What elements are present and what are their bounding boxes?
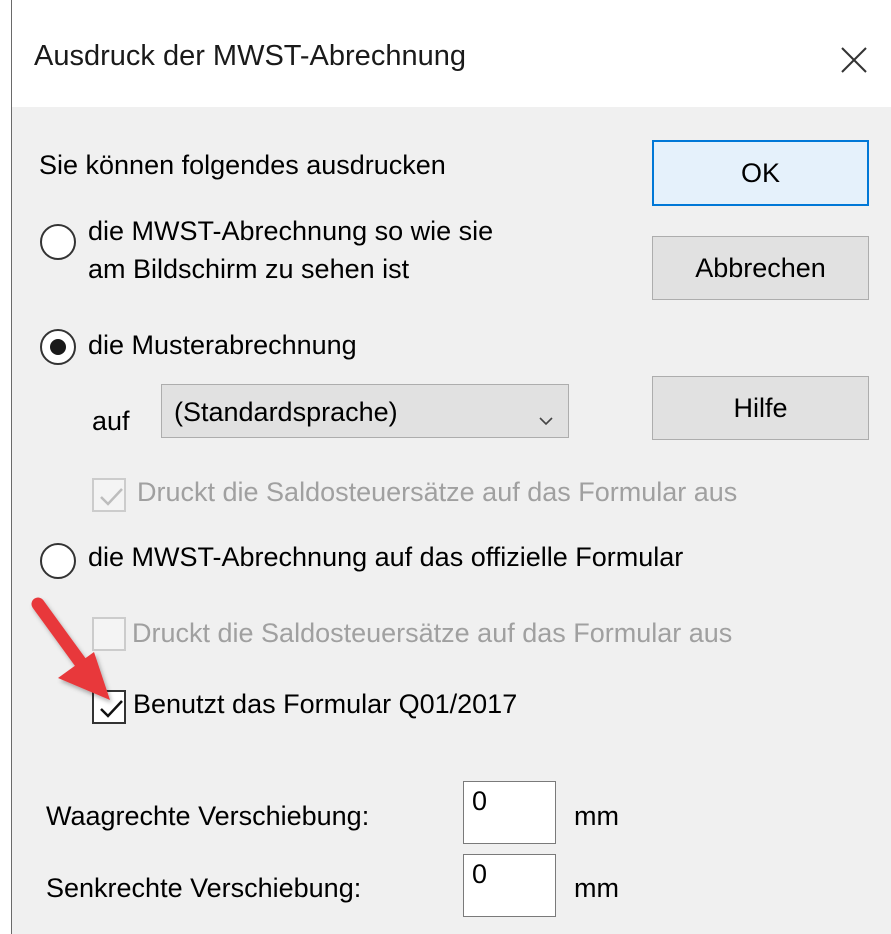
dialog-title: Ausdruck der MWST-Abrechnung — [34, 40, 466, 72]
radio-sample-report[interactable] — [40, 329, 76, 365]
horizontal-offset-unit: mm — [574, 801, 619, 831]
checkbox-official-print-rates-label: Druckt die Saldosteuersätze auf das Form… — [132, 618, 733, 648]
language-select-value: (Standardsprache) — [174, 397, 398, 427]
checkbox-sample-print-rates[interactable] — [92, 478, 126, 512]
radio-selected-dot — [50, 339, 66, 355]
language-select[interactable]: (Standardsprache) — [161, 384, 569, 438]
radio-screen-view[interactable] — [40, 224, 76, 260]
checkbox-sample-print-rates-label: Druckt die Saldosteuersätze auf das Form… — [137, 477, 738, 507]
checkmark-icon — [100, 488, 123, 506]
cancel-button[interactable]: Abbrechen — [652, 236, 869, 300]
checkbox-use-form-q01-2017-label: Benutzt das Formular Q01/2017 — [133, 689, 518, 719]
chevron-down-icon — [538, 403, 554, 434]
radio-screen-view-label-2: am Bildschirm zu sehen ist — [88, 254, 410, 284]
radio-screen-view-label-1: die MWST-Abrechnung so wie sie — [88, 216, 494, 246]
radio-official-form-label: die MWST-Abrechnung auf das offizielle F… — [88, 542, 684, 572]
vertical-offset-input[interactable]: 0 — [463, 854, 556, 917]
vertical-offset-label: Senkrechte Verschiebung: — [46, 873, 362, 903]
vertical-offset-unit: mm — [574, 873, 619, 903]
intro-label: Sie können folgendes ausdrucken — [39, 150, 446, 180]
horizontal-offset-value: 0 — [472, 786, 488, 816]
print-vat-dialog: Ausdruck der MWST-Abrechnung Sie können … — [11, 0, 891, 934]
horizontal-offset-label: Waagrechte Verschiebung: — [46, 801, 370, 831]
horizontal-offset-input[interactable]: 0 — [463, 781, 556, 844]
ok-button[interactable]: OK — [652, 140, 869, 206]
radio-sample-report-label: die Musterabrechnung — [88, 330, 357, 360]
language-prefix-label: auf — [92, 406, 130, 436]
vertical-offset-value: 0 — [472, 859, 488, 889]
annotation-arrow-icon — [31, 597, 110, 700]
radio-official-form[interactable] — [40, 543, 76, 579]
title-bar: Ausdruck der MWST-Abrechnung — [12, 0, 891, 107]
close-icon[interactable] — [830, 36, 878, 84]
help-button[interactable]: Hilfe — [652, 376, 869, 440]
